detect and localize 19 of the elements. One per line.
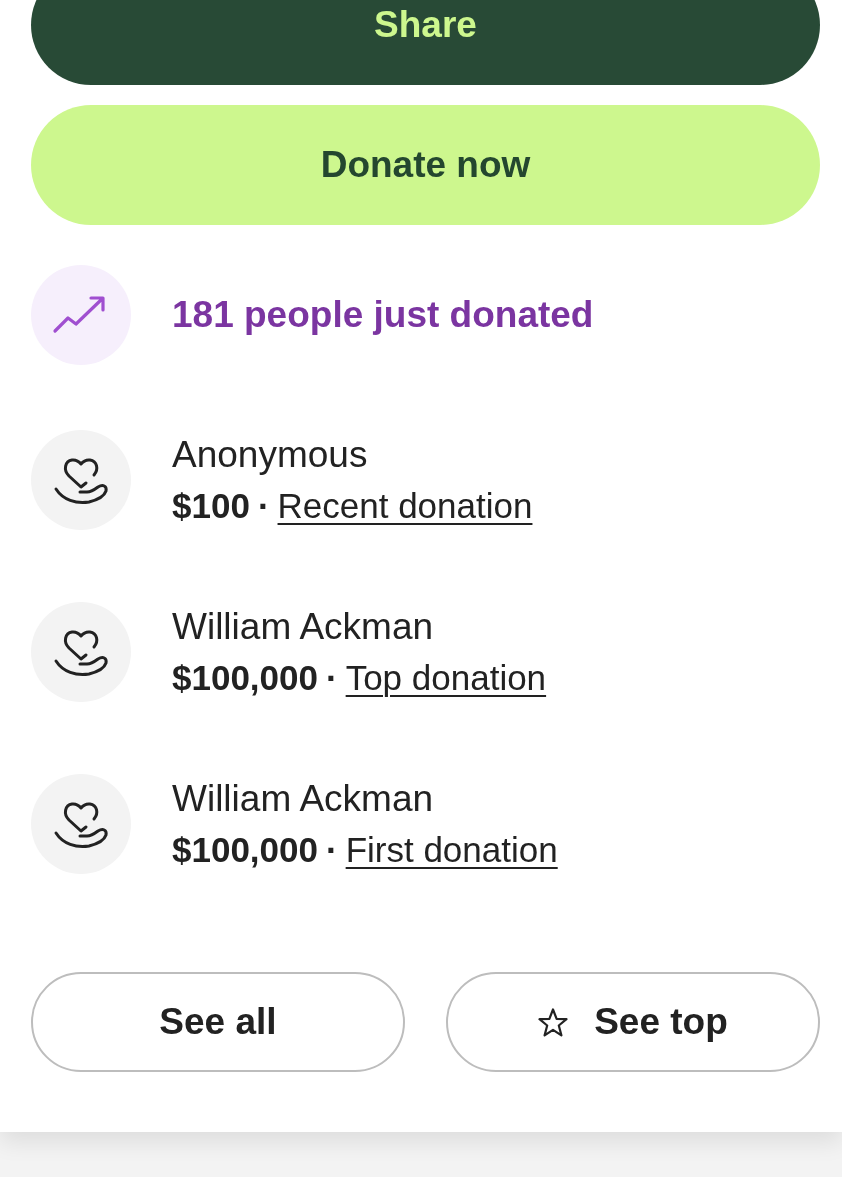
- donor-name: Anonymous: [172, 433, 369, 477]
- trend-up-icon: [31, 265, 131, 365]
- donation-activity-text: 181 people just donated: [172, 294, 594, 336]
- separator-dot: ·: [326, 829, 338, 871]
- star-icon: [538, 1007, 569, 1037]
- donation-amount: $100,000: [172, 657, 318, 699]
- share-button[interactable]: Share: [31, 0, 820, 85]
- donor-name: William Ackman: [172, 777, 435, 821]
- donation-type-link[interactable]: First donation: [345, 828, 558, 872]
- see-top-button[interactable]: See top: [446, 972, 820, 1072]
- see-all-button[interactable]: See all: [31, 972, 405, 1072]
- donation-type-link[interactable]: Top donation: [345, 656, 547, 700]
- separator-dot: ·: [257, 485, 270, 527]
- donation-amount: $100,000: [172, 829, 318, 871]
- donor-name: William Ackman: [172, 605, 435, 649]
- donate-button[interactable]: Donate now: [31, 105, 820, 225]
- donation-type-link[interactable]: Recent donation: [277, 484, 533, 528]
- donation-amount: $100: [172, 485, 250, 527]
- separator-dot: ·: [326, 657, 338, 699]
